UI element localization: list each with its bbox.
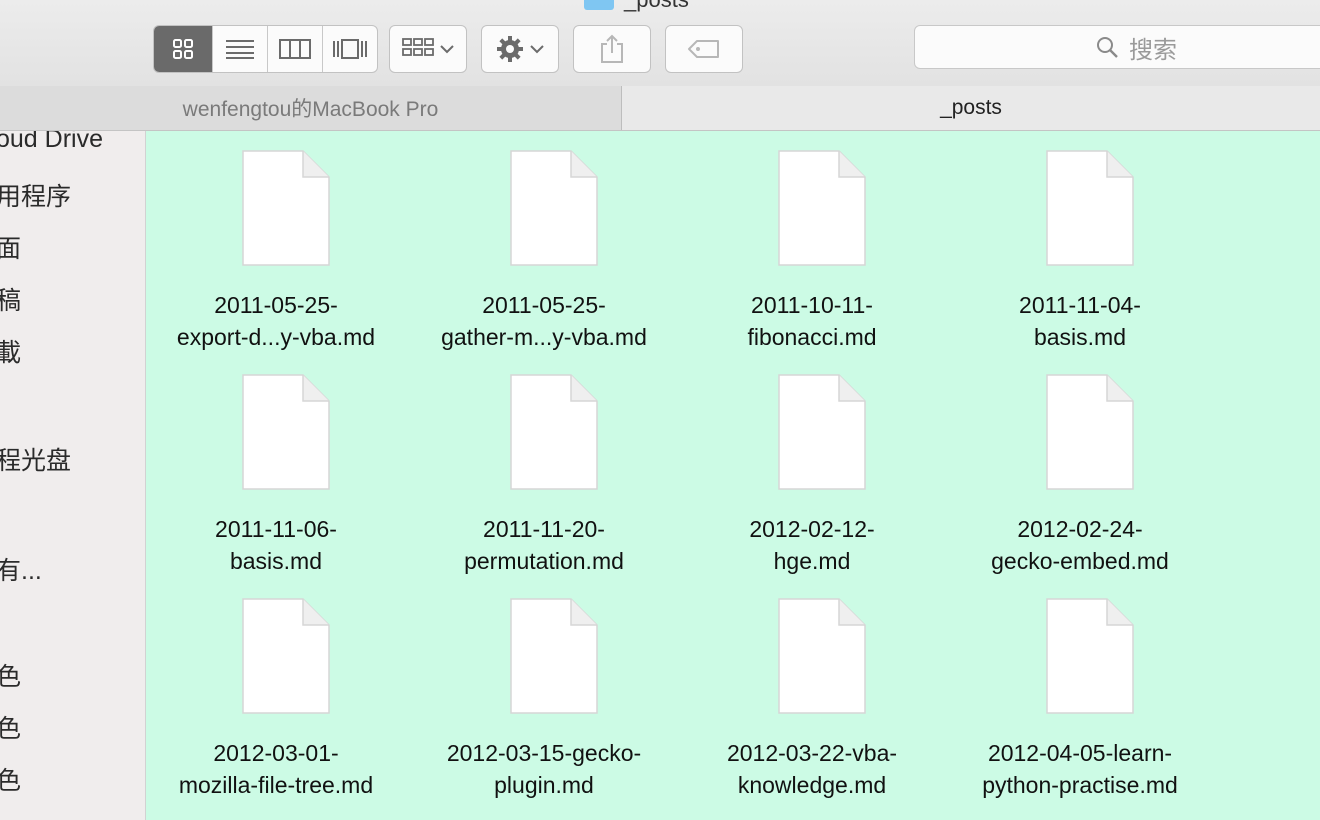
file-item[interactable]: 2011-10-11- fibonacci.md <box>682 149 942 350</box>
tab-posts[interactable]: _posts <box>622 86 1320 130</box>
file-name: 2012-02-12- hge.md <box>749 516 875 574</box>
sidebar-item-tag-3[interactable]: 色 <box>0 761 21 797</box>
document-icon <box>778 374 866 490</box>
share-button[interactable] <box>573 25 651 73</box>
sidebar: oud Drive 用程序 面 稿 載 程光盘 有... 色 色 色 <box>0 131 146 820</box>
file-item[interactable]: 2012-03-22-vba- knowledge.md <box>682 597 942 798</box>
column-view-icon <box>279 39 311 59</box>
sidebar-item-applications[interactable]: 用程序 <box>0 177 71 213</box>
file-name: 2012-03-01- mozilla-file-tree.md <box>178 740 374 798</box>
icon-view-icon <box>173 39 193 59</box>
file-name: 2012-04-05-learn- python-practise.md <box>982 740 1178 798</box>
document-icon <box>242 150 330 266</box>
gear-icon <box>497 36 523 62</box>
tag-icon <box>688 40 719 58</box>
view-mode-segmented-control <box>153 25 378 73</box>
file-item[interactable]: 2011-05-25- export-d...y-vba.md <box>146 149 406 350</box>
search-placeholder: 搜索 <box>1129 36 1177 64</box>
list-view-icon <box>226 40 254 59</box>
arrange-button[interactable] <box>389 25 467 73</box>
file-name: 2011-11-06- basis.md <box>215 516 337 574</box>
chevron-down-icon <box>530 45 544 54</box>
icon-view-button[interactable] <box>154 26 213 72</box>
document-icon <box>510 374 598 490</box>
action-button[interactable] <box>481 25 559 73</box>
file-name: 2011-11-04- basis.md <box>1019 292 1141 350</box>
share-icon <box>601 34 623 63</box>
file-item[interactable]: 2011-11-06- basis.md <box>146 373 406 574</box>
sidebar-item-remote-disc[interactable]: 程光盘 <box>0 441 71 477</box>
window-title-text: _posts <box>624 0 689 13</box>
file-name: 2012-03-22-vba- knowledge.md <box>726 740 898 798</box>
document-icon <box>1046 150 1134 266</box>
file-item[interactable]: 2012-02-24- gecko-embed.md <box>950 373 1210 574</box>
file-item[interactable]: 2012-04-05-learn- python-practise.md <box>950 597 1210 798</box>
document-icon <box>778 150 866 266</box>
coverflow-view-button[interactable] <box>323 26 377 72</box>
file-item[interactable]: 2011-05-25- gather-m...y-vba.md <box>414 149 674 350</box>
file-item[interactable]: 2011-11-20- permutation.md <box>414 373 674 574</box>
search-field[interactable]: 搜索 <box>914 25 1320 69</box>
sidebar-item-tag-2[interactable]: 色 <box>0 709 21 745</box>
file-name: 2011-05-25- export-d...y-vba.md <box>176 292 376 350</box>
arrange-grid-icon <box>402 38 434 56</box>
document-icon <box>510 598 598 714</box>
sidebar-item-documents[interactable]: 稿 <box>0 281 21 317</box>
document-icon <box>510 150 598 266</box>
sidebar-item-shared[interactable]: 有... <box>0 551 42 587</box>
file-item[interactable]: 2012-03-01- mozilla-file-tree.md <box>146 597 406 798</box>
tab-macbook[interactable]: wenfengtou的MacBook Pro <box>0 86 622 130</box>
file-item[interactable]: 2012-03-15-gecko- plugin.md <box>414 597 674 798</box>
file-name: 2011-05-25- gather-m...y-vba.md <box>441 292 647 350</box>
window-title: _posts <box>584 0 689 12</box>
document-icon <box>1046 374 1134 490</box>
file-name: 2012-02-24- gecko-embed.md <box>991 516 1169 574</box>
document-icon <box>242 374 330 490</box>
file-name: 2012-03-15-gecko- plugin.md <box>446 740 642 798</box>
document-icon <box>242 598 330 714</box>
coverflow-view-icon <box>333 39 367 59</box>
folder-icon <box>584 0 614 10</box>
tags-button[interactable] <box>665 25 743 73</box>
document-icon <box>778 598 866 714</box>
file-grid: 2011-05-25- export-d...y-vba.md 2011-05-… <box>146 131 1320 820</box>
search-icon <box>1097 37 1118 58</box>
sidebar-item-tag-1[interactable]: 色 <box>0 657 21 693</box>
column-view-button[interactable] <box>268 26 323 72</box>
document-icon <box>1046 598 1134 714</box>
toolbar: _posts <box>0 0 1320 87</box>
chevron-down-icon <box>440 45 454 54</box>
tab-bar: wenfengtou的MacBook Pro _posts <box>0 86 1320 131</box>
sidebar-item-downloads[interactable]: 載 <box>0 333 21 369</box>
file-item[interactable]: 2012-02-12- hge.md <box>682 373 942 574</box>
file-item[interactable]: 2011-11-04- basis.md <box>950 149 1210 350</box>
sidebar-item-icloud-drive[interactable]: oud Drive <box>0 131 103 154</box>
list-view-button[interactable] <box>213 26 268 72</box>
sidebar-item-desktop[interactable]: 面 <box>0 229 21 265</box>
file-name: 2011-11-20- permutation.md <box>464 516 624 574</box>
file-name: 2011-10-11- fibonacci.md <box>747 292 877 350</box>
